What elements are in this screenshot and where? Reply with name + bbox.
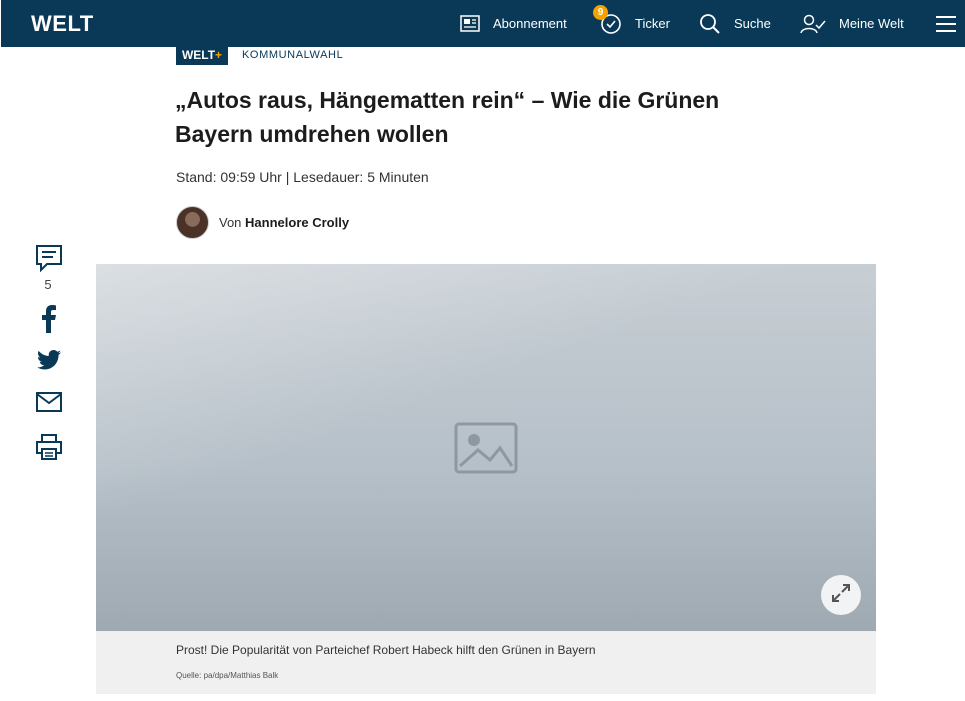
nav-meine-welt-label: Meine Welt [839, 16, 904, 31]
nav-meine-welt[interactable]: Meine Welt [800, 0, 904, 47]
expand-image-button[interactable] [821, 575, 861, 615]
comments-button[interactable] [34, 244, 64, 277]
welt-plus-badge-plus: + [215, 47, 223, 62]
author-avatar[interactable] [176, 206, 209, 239]
image-source: Quelle: pa/dpa/Matthias Balk [176, 671, 279, 680]
user-check-icon [800, 13, 826, 35]
expand-icon [831, 583, 851, 608]
nav-ticker[interactable]: 9 Ticker [593, 0, 670, 47]
comment-icon [35, 244, 63, 277]
article-headline: „Autos raus, Hängematten rein“ – Wie die… [175, 87, 720, 147]
hero-image-placeholder [96, 264, 876, 631]
article-hero-image[interactable] [96, 264, 876, 631]
article-kicker-row: WELT + KOMMUNALWAHL [176, 44, 343, 65]
comments-count: 5 [44, 277, 52, 292]
clock-check-icon: 9 [593, 4, 622, 35]
facebook-share-button[interactable] [34, 305, 64, 338]
image-caption: Prost! Die Popularität von Parteichef Ro… [176, 643, 596, 657]
author-byline: Von Hannelore Crolly [176, 206, 349, 239]
search-icon [699, 13, 721, 35]
nav-ticker-label: Ticker [635, 16, 670, 31]
menu-button[interactable] [935, 0, 957, 47]
nav-abonnement[interactable]: Abonnement [460, 0, 567, 47]
ticker-count-badge: 9 [593, 4, 608, 20]
image-placeholder-icon [96, 264, 876, 631]
newspaper-icon [460, 15, 480, 32]
article-meta: Stand: 09:59 Uhr | Lesedauer: 5 Minuten [176, 169, 429, 185]
nav-search-label: Suche [734, 16, 771, 31]
welt-logo[interactable]: WELT [31, 11, 94, 37]
top-navigation-bar: WELT Abonnement 9 Ticker Suche Meine Wel… [1, 0, 965, 47]
hamburger-menu-icon [935, 15, 957, 33]
article-topic[interactable]: KOMMUNALWAHL [242, 49, 343, 61]
welt-plus-badge-text: WELT [181, 47, 216, 62]
welt-plus-badge: WELT + [176, 44, 228, 65]
email-share-button[interactable] [34, 392, 64, 417]
byline-text: Von Hannelore Crolly [219, 215, 349, 230]
print-icon [36, 434, 62, 465]
print-button[interactable] [34, 434, 64, 465]
mail-icon [36, 392, 62, 417]
image-caption-box: Prost! Die Popularität von Parteichef Ro… [96, 631, 876, 694]
nav-abonnement-label: Abonnement [493, 16, 567, 31]
author-name[interactable]: Hannelore Crolly [245, 215, 349, 230]
facebook-icon [41, 305, 57, 338]
byline-prefix: Von [219, 215, 242, 230]
twitter-icon [37, 350, 61, 375]
twitter-share-button[interactable] [34, 350, 64, 375]
nav-search[interactable]: Suche [699, 0, 771, 47]
